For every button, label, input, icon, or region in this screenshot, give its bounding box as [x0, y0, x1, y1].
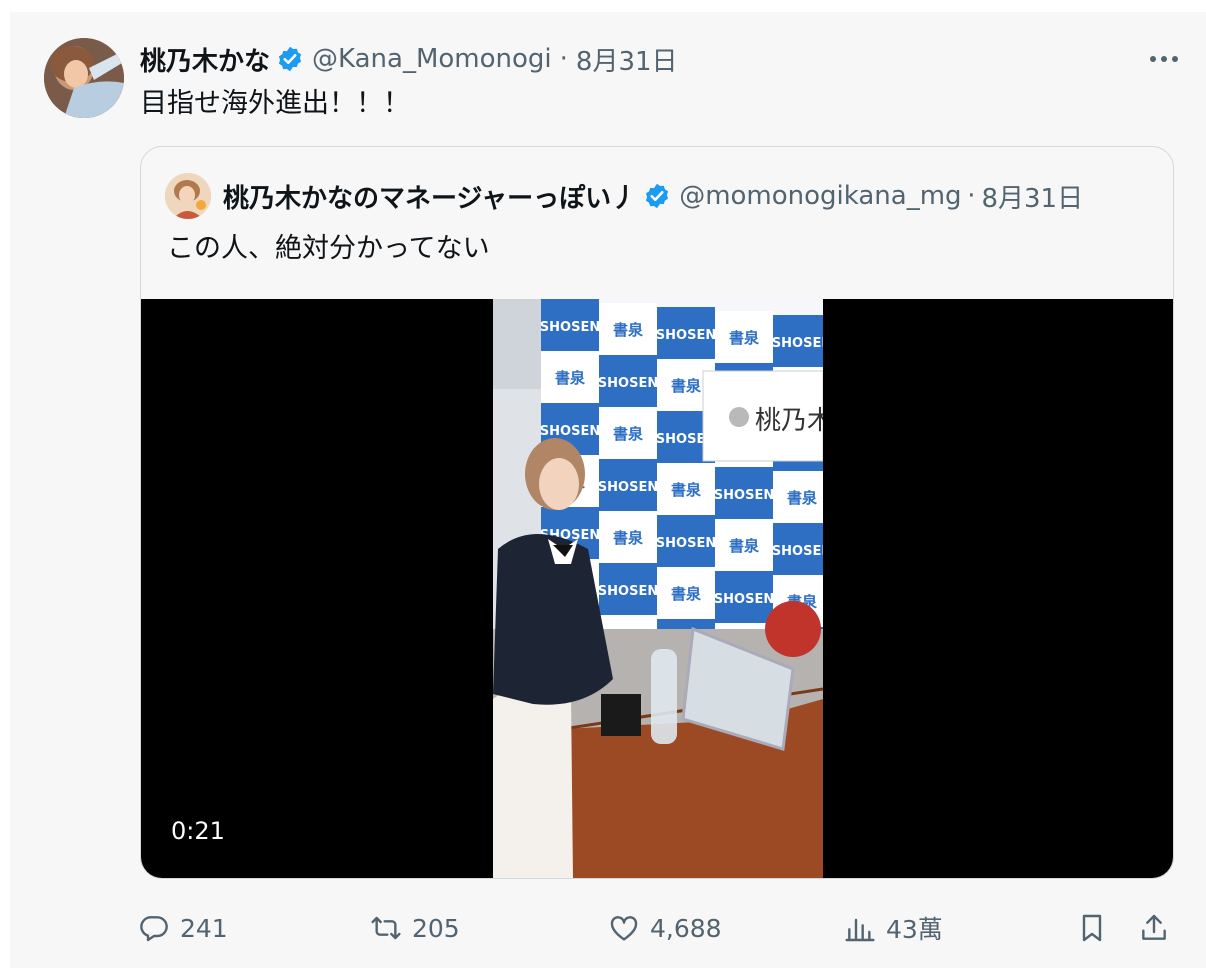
backdrop-label: 書泉 [613, 425, 644, 443]
bookmark-icon [1082, 914, 1102, 942]
author-avatar[interactable] [44, 38, 124, 118]
more-dot [1161, 56, 1167, 62]
quoted-tweet-text: この人、絶対分かってない [167, 233, 490, 264]
quoted-author-handle[interactable]: @momonogikana_mg [679, 181, 961, 211]
retweet-count: 205 [412, 913, 460, 943]
reply-count: 241 [180, 913, 228, 943]
video-player[interactable]: SHOSEN 書泉 SHOSEN 書泉 SHOSEN 書泉 SHOSEN 書泉 SHOSEN 書泉… [141, 299, 1173, 878]
backdrop-label: 書泉 [671, 377, 702, 395]
backdrop-label: 書泉 [671, 481, 702, 499]
more-dot [1172, 56, 1178, 62]
reply-icon [140, 916, 168, 942]
backdrop-label: SHOSEN [714, 592, 774, 607]
quoted-tweet[interactable]: 桃乃木かなのマネージャーっぽい丿 @momonogikana_mg · 8月31… [140, 146, 1174, 879]
backdrop-label: SHOSEN [598, 376, 658, 391]
verified-badge-icon[interactable] [643, 182, 671, 210]
more-icon[interactable] [1144, 44, 1184, 74]
backdrop-label: SHOSEN [714, 488, 774, 503]
video-frame: SHOSEN 書泉 SHOSEN 書泉 SHOSEN 書泉 SHOSEN 書泉 SHOSEN 書泉… [493, 299, 823, 878]
backdrop-label: SHOSEN [772, 336, 823, 351]
backdrop-label: SHOSEN [598, 584, 658, 599]
quoted-tweet-header: 桃乃木かなのマネージャーっぽい丿 @momonogikana_mg · 8月31… [165, 171, 1155, 221]
views-button[interactable]: 43萬 [844, 906, 943, 950]
backdrop-label: 書泉 [787, 489, 818, 507]
tweet-text: 目指せ海外進出！！！ [140, 88, 410, 119]
tweet-date[interactable]: 8月31日 [576, 41, 678, 78]
quoted-avatar-image [165, 173, 211, 219]
sign-text: 桃乃木か [755, 406, 823, 436]
backdrop-label: 書泉 [729, 537, 760, 555]
backdrop-label: SHOSEN [656, 536, 716, 551]
video-duration: 0:21 [171, 817, 225, 845]
verified-badge-icon[interactable] [276, 45, 304, 73]
video-thumbnail: SHOSEN 書泉 SHOSEN 書泉 SHOSEN 書泉 SHOSEN 書泉 SHOSEN 書泉… [493, 299, 823, 878]
backdrop-label: 書泉 [613, 529, 644, 547]
backdrop-label: SHOSEN [656, 328, 716, 343]
tweet-card[interactable]: 桃乃木かな @Kana_Momonogi · 8月31日 目指せ海外進出！！！ [10, 12, 1206, 968]
more-dot [1150, 56, 1156, 62]
like-button[interactable]: 4,688 [608, 906, 722, 950]
views-icon [845, 918, 875, 942]
tweet-header: 桃乃木かな @Kana_Momonogi · 8月31日 [140, 40, 678, 78]
backdrop-label: 書泉 [671, 585, 702, 603]
backdrop-label: SHOSEN [598, 480, 658, 495]
tweet-actions: 241 205 4,688 43萬 [138, 906, 1188, 950]
share-button[interactable] [1138, 906, 1170, 950]
backdrop-label: 書泉 [729, 329, 760, 347]
reply-button[interactable]: 241 [138, 906, 228, 950]
retweet-icon [371, 916, 401, 940]
share-icon [1142, 914, 1166, 940]
bookmark-button[interactable] [1076, 906, 1108, 950]
avatar-image [44, 38, 124, 118]
backdrop-label: SHOSEN [540, 424, 600, 439]
backdrop-label: SHOSEN [772, 544, 823, 559]
author-handle[interactable]: @Kana_Momonogi [312, 44, 552, 74]
quoted-header-separator: · [967, 181, 976, 211]
quoted-author-avatar [165, 173, 211, 219]
quoted-author-display-name[interactable]: 桃乃木かなのマネージャーっぽい丿 [223, 178, 637, 215]
like-icon [610, 916, 638, 941]
like-count: 4,688 [650, 913, 722, 943]
retweet-button[interactable]: 205 [370, 906, 460, 950]
backdrop-label: 書泉 [555, 369, 586, 387]
backdrop-label: SHOSEN [540, 320, 600, 335]
author-display-name[interactable]: 桃乃木かな [140, 41, 270, 78]
quoted-tweet-date[interactable]: 8月31日 [981, 178, 1083, 215]
header-separator: · [559, 44, 568, 74]
view-count: 43萬 [886, 915, 943, 944]
backdrop-label: 書泉 [613, 321, 644, 339]
